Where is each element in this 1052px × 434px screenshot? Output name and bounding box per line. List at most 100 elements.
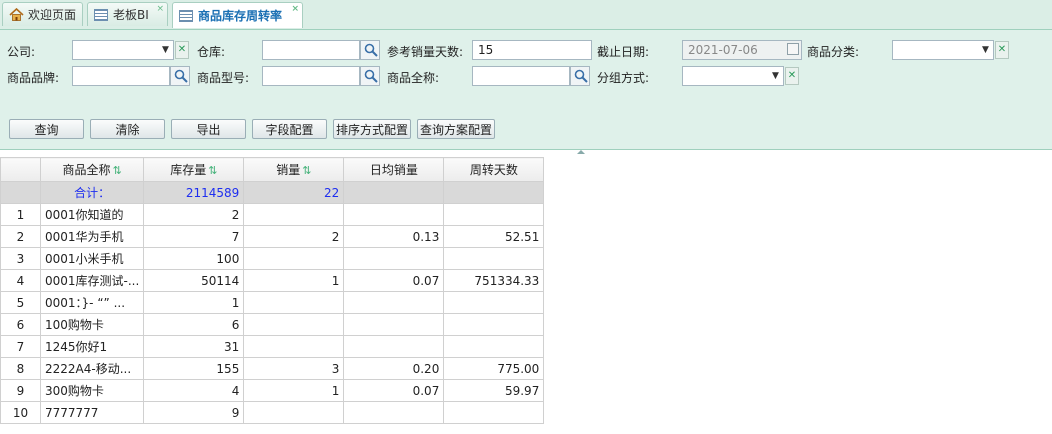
row-number: 4: [0, 269, 41, 292]
tab-welcome[interactable]: 欢迎页面: [2, 2, 83, 26]
sort-config-button[interactable]: 排序方式配置: [333, 119, 411, 139]
cell-daily-sales: [343, 247, 445, 270]
cell-sales: [243, 401, 345, 424]
row-number: 2: [0, 225, 41, 248]
close-icon[interactable]: ×: [291, 4, 299, 14]
sort-icon[interactable]: ⇅: [113, 164, 122, 177]
cell-turnover-days: 751334.33: [443, 269, 545, 292]
company-label: 公司:: [7, 45, 36, 59]
cell-turnover-days: 52.51: [443, 225, 545, 248]
close-icon[interactable]: ×: [156, 4, 164, 14]
warehouse-input[interactable]: [262, 40, 360, 60]
header-label: 日均销量: [369, 163, 418, 177]
model-label: 商品型号:: [197, 71, 250, 85]
end-date-input[interactable]: 2021-07-06: [682, 40, 802, 60]
cell-daily-sales: [343, 335, 445, 358]
collapse-handle-icon[interactable]: [565, 149, 597, 155]
field-config-button[interactable]: 字段配置: [252, 119, 327, 139]
ref-days-label: 参考销量天数:: [387, 45, 464, 59]
row-number: 10: [0, 401, 41, 424]
table-row[interactable]: 3 0001小米手机 100: [0, 247, 545, 270]
column-header[interactable]: 日均销量: [343, 157, 445, 182]
chevron-down-icon[interactable]: ▼: [159, 41, 172, 59]
table-row[interactable]: 1 0001你知道的 2: [0, 203, 545, 226]
cell-daily-sales: 0.07: [343, 269, 445, 292]
table-row[interactable]: 2 0001华为手机 7 2 0.13 52.51: [0, 225, 545, 248]
cell-sales: [243, 203, 345, 226]
ref-days-input[interactable]: 15: [472, 40, 592, 60]
clear-button[interactable]: 清除: [90, 119, 165, 139]
row-number: 7: [0, 335, 41, 358]
cell-name: 100购物卡: [39, 313, 145, 336]
cell-sales: [243, 291, 345, 314]
brand-search-button[interactable]: [170, 66, 190, 86]
summary-daily: [343, 181, 445, 204]
cell-sales: [243, 335, 345, 358]
table-row[interactable]: 9 300购物卡 4 1 0.07 59.97: [0, 379, 545, 402]
table-row[interactable]: 5 0001：}- “” ... 1: [0, 291, 545, 314]
summary-stock: 2114589: [143, 181, 245, 204]
clear-category-icon[interactable]: ✕: [995, 41, 1009, 59]
row-number-header: [0, 157, 41, 182]
cell-daily-sales: 0.07: [343, 379, 445, 402]
cell-turnover-days: 775.00: [443, 357, 545, 380]
category-label: 商品分类:: [807, 45, 860, 59]
filter-panel: 公司: ▼ ✕ 仓库: 参考销量天数: 15 截止日期: 2021-07-06 …: [0, 30, 1052, 150]
query-plan-config-button[interactable]: 查询方案配置: [417, 119, 495, 139]
cell-name: 0001库存测试-...: [39, 269, 145, 292]
warehouse-search-button[interactable]: [360, 40, 380, 60]
sort-icon[interactable]: ⇅: [208, 164, 217, 177]
query-button[interactable]: 查询: [9, 119, 84, 139]
summary-row-number: [0, 181, 41, 204]
cell-name: 0001你知道的: [39, 203, 145, 226]
summary-sales: 22: [243, 181, 345, 204]
header-label: 库存量: [170, 163, 207, 177]
tab-inventory-turnover[interactable]: 商品库存周转率 ×: [172, 2, 303, 28]
chevron-down-icon[interactable]: ▼: [769, 67, 782, 85]
brand-input[interactable]: [72, 66, 170, 86]
tab-inventory-turnover-label: 商品库存周转率: [198, 9, 283, 23]
calendar-icon[interactable]: [787, 43, 799, 55]
fullname-search-button[interactable]: [570, 66, 590, 86]
column-header[interactable]: 周转天数: [443, 157, 545, 182]
clear-group-icon[interactable]: ✕: [785, 67, 799, 85]
cell-sales: [243, 247, 345, 270]
cell-daily-sales: [343, 401, 445, 424]
row-number: 1: [0, 203, 41, 226]
column-header[interactable]: 销量 ⇅: [243, 157, 345, 182]
cell-stock: 4: [143, 379, 245, 402]
clear-company-icon[interactable]: ✕: [175, 41, 189, 59]
cell-sales: [243, 313, 345, 336]
cell-turnover-days: [443, 335, 545, 358]
table-row[interactable]: 7 1245你好1 31: [0, 335, 545, 358]
table-row[interactable]: 10 7777777 9: [0, 401, 545, 424]
row-number: 8: [0, 357, 41, 380]
tab-boss-bi-label: 老板BI: [113, 8, 149, 22]
summary-turnover: [443, 181, 545, 204]
home-icon: [9, 8, 24, 21]
header-row: 商品全称 ⇅ 库存量 ⇅ 销量 ⇅ 日均销量 周转天数: [0, 157, 545, 182]
table-row[interactable]: 6 100购物卡 6: [0, 313, 545, 336]
export-button[interactable]: 导出: [171, 119, 246, 139]
model-input[interactable]: [262, 66, 360, 86]
column-header[interactable]: 商品全称 ⇅: [39, 157, 145, 182]
row-number: 3: [0, 247, 41, 270]
table-row[interactable]: 8 2222A4-移动... 155 3 0.20 775.00: [0, 357, 545, 380]
tab-boss-bi[interactable]: 老板BI ×: [87, 2, 168, 26]
cell-daily-sales: [343, 313, 445, 336]
cell-daily-sales: 0.13: [343, 225, 445, 248]
brand-label: 商品品牌:: [7, 71, 60, 85]
cell-sales: 2: [243, 225, 345, 248]
fullname-label: 商品全称:: [387, 71, 440, 85]
table-row[interactable]: 4 0001库存测试-... 50114 1 0.07 751334.33: [0, 269, 545, 292]
cell-name: 7777777: [39, 401, 145, 424]
fullname-input[interactable]: [472, 66, 570, 86]
model-search-button[interactable]: [360, 66, 380, 86]
chevron-down-icon[interactable]: ▼: [979, 41, 992, 59]
summary-row: 合计： 2114589 22: [0, 181, 545, 204]
sort-icon[interactable]: ⇅: [302, 164, 311, 177]
cell-name: 0001华为手机: [39, 225, 145, 248]
row-number: 9: [0, 379, 41, 402]
column-header[interactable]: 库存量 ⇅: [143, 157, 245, 182]
cell-name: 0001小米手机: [39, 247, 145, 270]
